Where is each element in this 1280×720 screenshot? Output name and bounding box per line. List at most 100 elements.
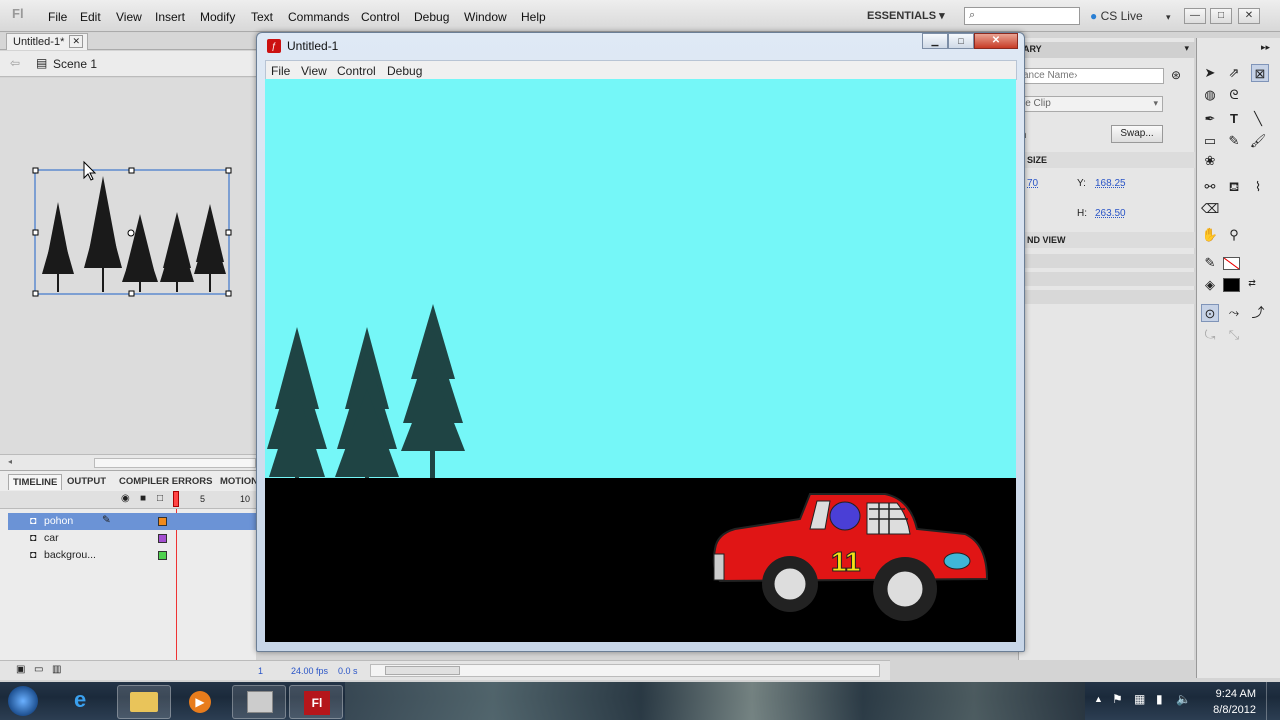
panel-collapse-icon[interactable]: ▸▸: [1261, 42, 1270, 53]
document-tab[interactable]: Untitled-1* ✕: [6, 33, 88, 50]
rectangle-tool-icon[interactable]: ▭: [1201, 132, 1219, 150]
show-hidden-icons[interactable]: ▲: [1094, 694, 1103, 704]
menu-modify[interactable]: Modify: [200, 10, 235, 24]
help-search-input[interactable]: ⌕: [964, 7, 1080, 25]
line-tool-icon[interactable]: ╲: [1249, 110, 1267, 128]
x-value[interactable]: 70: [1027, 178, 1038, 189]
player-close-button[interactable]: ✕: [974, 33, 1018, 49]
menu-file[interactable]: File: [48, 10, 67, 24]
eyedropper-tool-icon[interactable]: ⌇: [1249, 178, 1267, 196]
menu-window[interactable]: Window: [464, 10, 507, 24]
menu-help[interactable]: Help: [521, 10, 546, 24]
paint-bucket-tool-icon[interactable]: ⛾: [1225, 178, 1243, 196]
menu-control[interactable]: Control: [361, 10, 400, 24]
panel-menu-icon[interactable]: ▾: [1184, 43, 1189, 54]
delete-icon[interactable]: ▥: [52, 664, 61, 675]
text-tool-icon[interactable]: T: [1225, 110, 1243, 128]
show-desktop-button[interactable]: [1266, 682, 1280, 720]
start-button[interactable]: [8, 686, 38, 716]
zoom-tool-icon[interactable]: ⚲: [1225, 226, 1243, 244]
frame-rate[interactable]: 24.00 fps: [291, 666, 328, 676]
eraser-tool-icon[interactable]: ⌫: [1201, 200, 1219, 218]
new-folder-icon[interactable]: ▭: [34, 664, 43, 675]
scroll-thumb[interactable]: [94, 458, 256, 468]
swap-colors-icon[interactable]: ⇄: [1243, 274, 1261, 292]
layer-row-pohon[interactable]: ◘ pohon ✎: [8, 513, 256, 530]
layer-color-swatch[interactable]: [158, 517, 167, 526]
playhead[interactable]: [173, 491, 179, 507]
pencil-tool-icon[interactable]: ✎: [1225, 132, 1243, 150]
stage-horizontal-scrollbar[interactable]: ◂: [0, 454, 256, 470]
menu-commands[interactable]: Commands: [288, 10, 349, 24]
clock-date[interactable]: 8/8/2012: [1213, 704, 1256, 716]
player-menu-control[interactable]: Control: [337, 64, 376, 78]
straighten-icon[interactable]: ⤴: [1249, 304, 1267, 322]
stroke-color-icon[interactable]: ✎: [1201, 254, 1219, 272]
swf-stage[interactable]: 11: [265, 79, 1016, 642]
taskbar-flash-player[interactable]: [232, 685, 286, 719]
battery-icon[interactable]: ▮: [1156, 692, 1163, 706]
scroll-left-icon[interactable]: ◂: [8, 457, 12, 466]
player-maximize-button[interactable]: □: [948, 33, 974, 49]
fill-color-icon[interactable]: ◈: [1201, 276, 1219, 294]
layer-color-swatch[interactable]: [158, 551, 167, 560]
volume-icon[interactable]: 🔈: [1176, 692, 1191, 706]
y-value[interactable]: 168.25: [1095, 178, 1126, 189]
menu-edit[interactable]: Edit: [80, 10, 101, 24]
section-position-size[interactable]: SIZE: [1019, 152, 1195, 168]
outline-icon[interactable]: □: [157, 493, 163, 504]
network-icon[interactable]: ▦: [1134, 692, 1145, 706]
tab-output[interactable]: OUTPUT: [63, 474, 110, 489]
layer-row-background[interactable]: ◘ backgrou...: [8, 547, 256, 564]
timeline-scrollbar[interactable]: [370, 664, 880, 677]
tab-timeline[interactable]: TIMELINE: [8, 474, 63, 490]
workspace-switcher[interactable]: ESSENTIALS ▾: [867, 9, 945, 22]
close-button[interactable]: ✕: [1238, 8, 1260, 24]
3d-rotation-tool-icon[interactable]: ◍: [1201, 86, 1219, 104]
stage-area[interactable]: [0, 78, 256, 454]
section-3d-view[interactable]: ND VIEW: [1019, 232, 1195, 248]
menu-view[interactable]: View: [116, 10, 142, 24]
smooth-icon[interactable]: ⤳: [1225, 304, 1243, 322]
instance-name-input[interactable]: ance Name›: [1019, 68, 1164, 84]
subselection-tool-icon[interactable]: ⇗: [1225, 64, 1243, 82]
minimize-button[interactable]: —: [1184, 8, 1206, 24]
h-value[interactable]: 263.50: [1095, 208, 1126, 219]
lock-icon[interactable]: ■: [140, 493, 146, 504]
back-arrow-icon[interactable]: ⇦: [10, 56, 20, 70]
brush-tool-icon[interactable]: 🖌: [1249, 132, 1267, 150]
player-menu-debug[interactable]: Debug: [387, 64, 422, 78]
close-icon[interactable]: ✕: [69, 35, 83, 48]
cs-live-button[interactable]: ● CS Live ▾: [1090, 9, 1171, 23]
selection-tool-icon[interactable]: ➤: [1201, 64, 1219, 82]
new-layer-icon[interactable]: ▣: [16, 664, 25, 675]
taskbar-flash-pro[interactable]: Fl: [289, 685, 343, 719]
menu-text[interactable]: Text: [251, 10, 273, 24]
layer-color-swatch[interactable]: [158, 534, 167, 543]
stroke-color-swatch[interactable]: [1223, 257, 1240, 270]
pen-tool-icon[interactable]: ✒: [1201, 110, 1219, 128]
fill-color-swatch[interactable]: [1223, 278, 1240, 292]
scroll-thumb[interactable]: [385, 666, 460, 675]
free-transform-tool-icon[interactable]: ⊠: [1251, 64, 1269, 82]
deco-tool-icon[interactable]: ❀: [1201, 152, 1219, 170]
snap-to-objects-icon[interactable]: ⊙: [1201, 304, 1219, 322]
maximize-button[interactable]: □: [1210, 8, 1232, 24]
player-minimize-button[interactable]: ▁: [922, 33, 948, 49]
gear-icon[interactable]: ⊛: [1171, 68, 1181, 82]
menu-debug[interactable]: Debug: [414, 10, 449, 24]
eye-icon[interactable]: ◉: [121, 493, 130, 504]
taskbar-ie[interactable]: e: [60, 685, 114, 719]
bone-tool-icon[interactable]: ⚯: [1201, 178, 1219, 196]
tab-compiler-errors[interactable]: COMPILER ERRORS: [115, 474, 216, 489]
panel-tab-library[interactable]: ARY: [1023, 44, 1042, 54]
symbol-type-select[interactable]: ie Clip ▾: [1019, 96, 1163, 112]
menu-insert[interactable]: Insert: [155, 10, 185, 24]
taskbar-media-player[interactable]: ▶: [175, 685, 229, 719]
swap-button[interactable]: Swap...: [1111, 125, 1163, 143]
layer-row-car[interactable]: ◘ car: [8, 530, 256, 547]
player-menu-view[interactable]: View: [301, 64, 327, 78]
player-menu-file[interactable]: File: [271, 64, 290, 78]
hand-tool-icon[interactable]: ✋: [1201, 226, 1219, 244]
lasso-tool-icon[interactable]: ᘓ: [1225, 86, 1243, 104]
